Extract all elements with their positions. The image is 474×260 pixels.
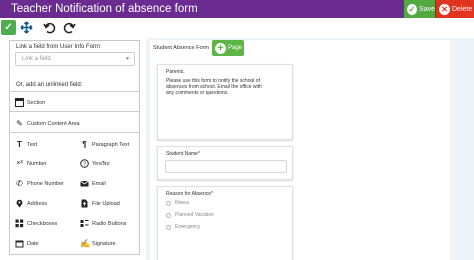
add-page-button[interactable]: + Page [212,40,244,56]
unlinked-field-heading: Or, add an unlinked field: [16,82,83,88]
field-address[interactable]: Address [15,199,47,208]
field-file-upload[interactable]: File Upload [80,199,120,208]
svg-text:?: ? [83,162,86,168]
phone-icon: ✆ [16,179,23,188]
check-icon: ✓ [407,3,418,15]
divider [10,132,139,133]
redo-icon[interactable] [62,20,77,35]
plus-icon: + [215,42,226,54]
intro-line: Parents, [166,69,185,75]
text-icon: T [17,140,22,149]
reason-option-label: Emergency [175,224,201,230]
reason-option[interactable]: Emergency [166,224,200,230]
file-upload-icon [80,199,89,208]
field-label: Signature [92,240,116,247]
divider [10,111,139,112]
field-signature[interactable]: ✍ Signature [80,239,116,248]
reason-option-label: Planned Vacation [175,212,214,218]
email-icon [80,179,89,188]
field-label: Radio Buttons [92,220,127,227]
field-custom-content[interactable]: ✎ Custom Content Area [15,119,80,128]
field-text[interactable]: T Text [15,140,37,149]
reason-label: Reason for Absence* [166,191,213,197]
field-radio-buttons[interactable]: Radio Buttons [80,219,127,228]
field-paragraph[interactable]: ¶ Paragraph Text [80,140,129,149]
form-title: Teacher Notification of absence form [11,3,198,15]
field-label: Date [27,240,39,247]
field-date[interactable]: Date [15,239,39,248]
field-label: Email [92,180,106,187]
field-number[interactable]: ×² Number [15,159,47,168]
field-label: Yes/No [92,160,110,167]
link-field-heading: Link a field from User Info Form [16,44,101,50]
field-phone[interactable]: ✆ Phone Number [15,179,64,188]
paragraph-icon: ¶ [82,140,87,149]
field-label: Phone Number [27,180,64,187]
delete-button[interactable]: ✕ Delete [436,0,474,18]
section-icon [15,98,24,107]
radio-icon [166,224,171,230]
pencil-icon: ✎ [16,119,23,128]
check-icon[interactable]: ✓ [1,20,16,35]
close-icon: ✕ [439,3,450,15]
chevron-down-icon: ▼ [125,56,130,62]
field-section[interactable]: Section [15,98,45,107]
link-field-select[interactable]: Link a field ▼ [15,52,135,66]
checkboxes-icon [15,219,24,228]
field-label: Number [27,160,47,167]
field-label: Address [27,200,48,207]
radio-icon [166,212,171,218]
yes-no-icon: ? [80,159,89,168]
signature-icon: ✍ [80,239,90,248]
field-yes-no[interactable]: ? Yes/No [80,159,110,168]
intro-line: any comments or questions. [166,90,229,96]
page-tab[interactable]: Student Absence Form [153,45,209,51]
delete-label: Delete [452,5,473,13]
title-bar: Teacher Notification of absence form [0,0,474,18]
field-custom-content-label: Custom Content Area [27,120,80,127]
reason-option-label: Illness [175,200,190,206]
field-email[interactable]: Email [80,179,106,188]
reason-field[interactable]: Reason for Absence* Illness Planned Vaca… [157,186,293,260]
radio-buttons-icon [80,219,89,228]
divider [10,91,139,92]
save-button[interactable]: ✓ Save [404,0,435,18]
reason-option[interactable]: Illness [166,200,189,206]
map-pin-icon [15,199,24,208]
student-name-label: Student Name* [166,151,200,157]
intro-content-card[interactable]: Parents, Please use this form to notify … [157,64,293,140]
reason-option[interactable]: Planned Vacation [166,212,214,218]
toolbar: ✓ [0,18,474,38]
field-label: File Upload [92,200,120,207]
link-field-placeholder: Link a field [22,56,51,62]
field-section-label: Section [27,99,46,106]
radio-icon [166,200,171,206]
calendar-icon [15,239,24,248]
student-name-field[interactable]: Student Name* [157,146,293,180]
field-label: Checkboxes [27,220,58,227]
add-page-label: Page [228,45,243,51]
field-label: Text [27,141,38,148]
move-icon[interactable] [19,20,34,35]
student-name-input[interactable] [165,160,287,173]
field-palette: Link a field from User Info Form Link a … [9,40,140,255]
number-icon: ×² [16,160,23,167]
undo-icon[interactable] [42,20,57,35]
save-label: Save [419,5,435,13]
field-checkboxes[interactable]: Checkboxes [15,219,57,228]
field-label: Paragraph Text [92,141,130,148]
